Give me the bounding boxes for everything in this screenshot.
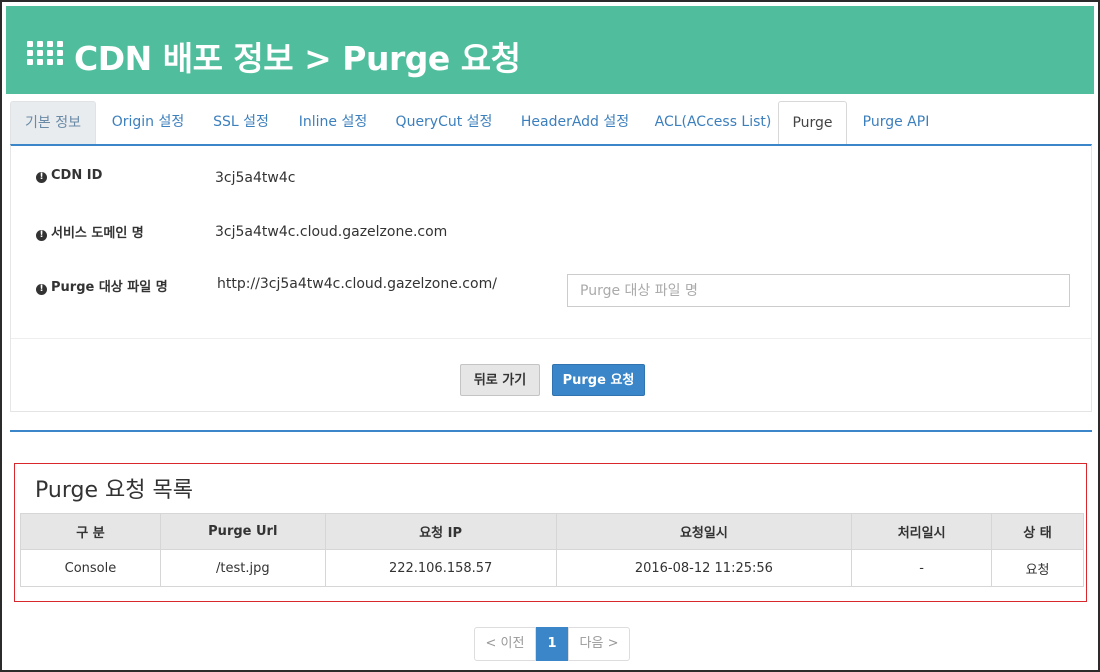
cdn-id-label: ! CDN ID: [36, 168, 102, 183]
cdn-id-value: 3cj5a4tw4c: [215, 170, 296, 186]
page-title: CDN 배포 정보 > Purge 요청: [74, 39, 521, 78]
grid-icon: [27, 41, 63, 71]
column-header-request-time: 요청일시: [555, 513, 853, 550]
cell-type: Console: [20, 549, 161, 587]
next-page-button[interactable]: 다음 >: [568, 627, 630, 661]
info-icon: !: [36, 230, 47, 241]
cell-request-ip: 222.106.158.57: [324, 549, 557, 587]
tab-ssl-settings[interactable]: SSL 설정: [204, 101, 278, 144]
column-header-purge-url: Purge Url: [159, 513, 326, 550]
tab-purge-api[interactable]: Purge API: [856, 101, 936, 144]
tab-inline-settings[interactable]: Inline 설정: [290, 101, 376, 144]
purge-request-table: 구 분 Purge Url 요청 IP 요청일시 처리일시 상 태 Consol…: [20, 513, 1084, 587]
table-header-row: 구 분 Purge Url 요청 IP 요청일시 처리일시 상 태: [20, 513, 1084, 550]
tab-headeradd-settings[interactable]: HeaderAdd 설정: [512, 101, 638, 144]
list-panel-top-border: [10, 430, 1092, 432]
divider: [11, 338, 1091, 339]
column-header-type: 구 분: [20, 513, 161, 550]
cell-purge-url: /test.jpg: [159, 549, 326, 587]
prev-page-button[interactable]: < 이전: [474, 627, 536, 661]
tab-origin-settings[interactable]: Origin 설정: [104, 101, 192, 144]
list-title: Purge 요청 목록: [35, 478, 193, 503]
tab-basic-info[interactable]: 기본 정보: [10, 101, 96, 144]
purge-file-label: ! Purge 대상 파일 명: [36, 276, 168, 295]
table-row: Console /test.jpg 222.106.158.57 2016-08…: [20, 549, 1084, 587]
purge-form-panel: ! CDN ID 3cj5a4tw4c ! 서비스 도메인 명 3cj5a4tw4c…: [10, 144, 1092, 412]
cell-request-time: 2016-08-12 11:25:56: [555, 549, 853, 587]
page-header: CDN 배포 정보 > Purge 요청: [6, 6, 1094, 94]
purge-file-input[interactable]: [567, 274, 1070, 307]
purge-request-button[interactable]: Purge 요청: [552, 364, 645, 396]
info-icon: !: [36, 284, 47, 295]
tab-querycut-settings[interactable]: QueryCut 설정: [388, 101, 500, 144]
page-number-button[interactable]: 1: [536, 627, 568, 661]
tab-purge[interactable]: Purge: [778, 101, 847, 145]
column-header-request-ip: 요청 IP: [324, 513, 557, 550]
cell-status: 요청: [991, 549, 1084, 587]
tab-acl[interactable]: ACL(ACcess List): [648, 101, 778, 144]
tab-bar: 기본 정보 Origin 설정 SSL 설정 Inline 설정 QueryCu…: [10, 101, 1092, 145]
service-domain-label: ! 서비스 도메인 명: [36, 222, 144, 241]
purge-url-prefix: http://3cj5a4tw4c.cloud.gazelzone.com/: [217, 276, 497, 292]
column-header-status: 상 태: [991, 513, 1084, 550]
purge-request-list-box: Purge 요청 목록 구 분 Purge Url 요청 IP 요청일시 처리일…: [14, 463, 1087, 602]
cell-processed-time: -: [851, 549, 993, 587]
service-domain-value: 3cj5a4tw4c.cloud.gazelzone.com: [215, 224, 448, 240]
info-icon: !: [36, 172, 47, 183]
pagination: < 이전 1 다음 >: [474, 627, 630, 661]
column-header-processed-time: 처리일시: [851, 513, 993, 550]
back-button[interactable]: 뒤로 가기: [460, 364, 540, 396]
